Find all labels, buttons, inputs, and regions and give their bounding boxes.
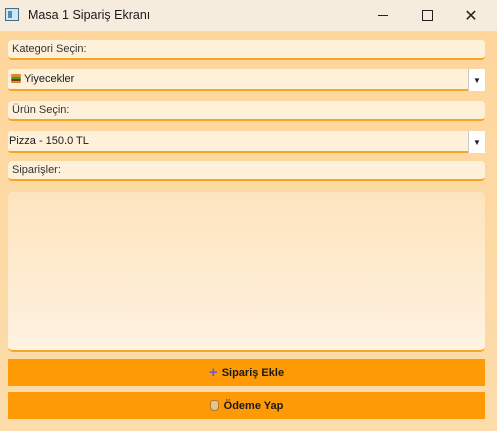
pay-button[interactable]: Ödeme Yap: [8, 392, 485, 419]
add-order-label: Sipariş Ekle: [221, 366, 285, 379]
maximize-icon: [421, 10, 433, 21]
orders-list[interactable]: [8, 192, 485, 352]
minimize-button[interactable]: [361, 0, 405, 31]
window-title: Masa 1 Sipariş Ekranı: [28, 8, 151, 22]
order-screen: Kategori Seçin: Yiyecekler ▼ Ürün Seçin:…: [0, 31, 497, 431]
money-bag-icon: [209, 400, 219, 411]
pay-label: Ödeme Yap: [223, 399, 284, 412]
category-dropdown-arrow[interactable]: ▼: [468, 69, 485, 91]
minimize-icon: [378, 15, 388, 16]
orders-label: Siparişler:: [8, 161, 485, 181]
product-label: Ürün Seçin:: [8, 101, 485, 121]
app-window-icon: [5, 8, 19, 21]
close-icon: ✕: [464, 5, 478, 25]
category-select[interactable]: Yiyecekler ▼: [8, 69, 485, 91]
hamburger-icon: [11, 74, 21, 83]
product-dropdown-arrow[interactable]: ▼: [468, 131, 485, 153]
title-bar: Masa 1 Sipariş Ekranı ✕: [0, 0, 497, 32]
add-order-button[interactable]: + Sipariş Ekle: [8, 359, 485, 386]
product-select[interactable]: Pizza - 150.0 TL ▼: [8, 131, 485, 153]
chevron-down-icon: ▼: [473, 137, 481, 147]
product-selected-value: Pizza - 150.0 TL: [9, 135, 89, 147]
plus-icon: +: [208, 364, 218, 381]
chevron-down-icon: ▼: [473, 75, 481, 85]
close-button[interactable]: ✕: [449, 0, 493, 31]
category-label: Kategori Seçin:: [8, 40, 485, 60]
category-selected-value: Yiyecekler: [24, 73, 75, 85]
maximize-button[interactable]: [405, 0, 449, 31]
